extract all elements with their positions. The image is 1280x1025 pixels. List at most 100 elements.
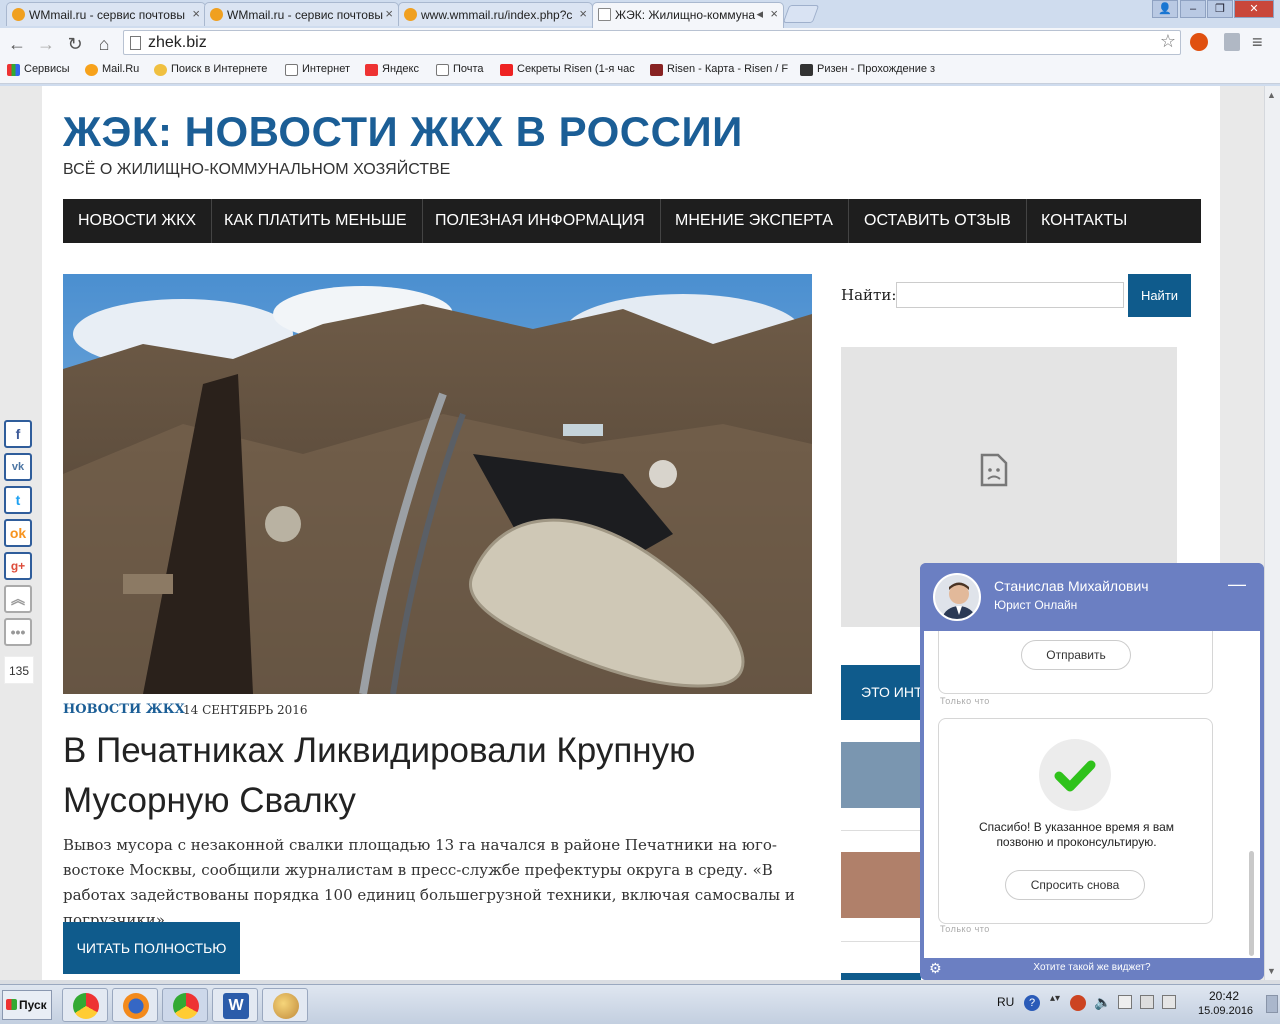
article-headline[interactable]: В Печатниках Ликвидировали Крупную Мусор… xyxy=(63,726,803,826)
search-input[interactable] xyxy=(896,282,1124,308)
network-icon[interactable] xyxy=(1118,995,1132,1009)
site-title[interactable]: ЖЭК: НОВОСТИ ЖКХ В РОССИИ xyxy=(63,108,743,156)
bookmark-risen-walkthrough[interactable]: Ризен - Прохождение з xyxy=(800,63,935,76)
device-icon[interactable] xyxy=(1140,995,1154,1009)
menu-icon[interactable]: ≡ xyxy=(1252,32,1263,53)
language-indicator[interactable]: RU xyxy=(997,995,1014,1009)
browser-tab-1[interactable]: WMmail.ru - сервис почтовы × xyxy=(6,2,206,26)
menu-item-pay-less[interactable]: КАК ПЛАТИТЬ МЕНЬШЕ xyxy=(209,199,423,243)
settings-gear-icon[interactable]: ⚙ xyxy=(929,958,942,978)
bookmark-risen-secrets[interactable]: Секреты Risen (1-я час xyxy=(500,63,635,76)
scroll-up-icon[interactable]: ▲ xyxy=(1267,90,1276,100)
vk-share-icon[interactable]: vk xyxy=(4,453,32,481)
sidebar-thumbnail-documents[interactable] xyxy=(841,852,921,918)
tab-label: ЖЭК: Жилищно-коммуна xyxy=(615,8,756,22)
taskbar-word-button[interactable]: W xyxy=(212,988,258,1022)
menu-item-news[interactable]: НОВОСТИ ЖКХ xyxy=(63,199,213,243)
menu-item-contacts[interactable]: КОНТАКТЫ xyxy=(1026,199,1142,243)
article-image[interactable] xyxy=(63,274,812,694)
bookmark-search[interactable]: Поиск в Интернете xyxy=(154,63,267,76)
send-button[interactable]: Отправить xyxy=(1021,640,1131,670)
chat-message: Спасибо! В указанное время я вам позвоню… xyxy=(938,718,1213,924)
profile-icon[interactable]: 👤 xyxy=(1152,0,1178,18)
browser-tab-3[interactable]: www.wmmail.ru/index.php?c × xyxy=(398,2,593,26)
chrome-icon xyxy=(173,993,199,1019)
show-desktop-button[interactable] xyxy=(1266,995,1278,1013)
extension-2-icon[interactable] xyxy=(1224,33,1240,51)
clock-time[interactable]: 20:42 xyxy=(1209,989,1239,1003)
taskbar-firefox-button[interactable] xyxy=(112,988,158,1022)
chat-scrollbar[interactable] xyxy=(1249,851,1254,956)
minimize-chat-icon[interactable]: — xyxy=(1228,575,1246,593)
back-icon[interactable]: ← xyxy=(6,34,28,55)
forward-icon[interactable]: → xyxy=(35,34,57,55)
avatar xyxy=(933,573,981,621)
new-tab-button[interactable] xyxy=(782,5,820,23)
bookmark-yandex[interactable]: Яндекс xyxy=(365,63,419,76)
tab-label: www.wmmail.ru/index.php?c xyxy=(421,8,573,22)
home-icon[interactable]: ⌂ xyxy=(93,34,115,55)
ask-again-button[interactable]: Спросить снова xyxy=(1005,870,1145,900)
reload-icon[interactable]: ↻ xyxy=(64,34,86,55)
collapse-icon[interactable]: ︽ xyxy=(4,585,32,613)
sidebar-thumbnail-workers[interactable] xyxy=(841,742,921,808)
bookmark-mailru[interactable]: Mail.Ru xyxy=(85,63,139,76)
chat-widget: Станислав Михайлович Юрист Онлайн — Отпр… xyxy=(920,563,1264,980)
rpg-icon xyxy=(650,64,663,76)
more-icon[interactable]: ••• xyxy=(4,618,32,646)
googleplus-share-icon[interactable]: g+ xyxy=(4,552,32,580)
apps-icon xyxy=(7,64,20,76)
close-tab-icon[interactable]: × xyxy=(192,6,200,21)
vertical-scrollbar[interactable]: ▲ ▼ xyxy=(1264,86,1280,980)
volume-icon[interactable]: 🔈 xyxy=(1094,994,1111,1011)
help-icon[interactable]: ? xyxy=(1024,995,1040,1011)
browser-tab-2[interactable]: WMmail.ru - сервис почтовы × xyxy=(204,2,399,26)
close-tab-icon[interactable]: × xyxy=(770,6,778,21)
read-more-button[interactable]: ЧИТАТЬ ПОЛНОСТЬЮ xyxy=(63,922,240,974)
agent-photo xyxy=(935,575,979,619)
checkmark-icon xyxy=(1039,739,1111,811)
bookmark-mail[interactable]: Почта xyxy=(436,63,484,76)
wmmail-favicon-icon xyxy=(12,8,25,21)
article-category[interactable]: НОВОСТИ ЖКХ xyxy=(63,702,185,717)
address-bar[interactable]: zhek.biz ☆ xyxy=(123,30,1181,55)
tray-expand-icon[interactable]: ▴▾ xyxy=(1050,993,1060,1004)
bookmark-risen-map[interactable]: Risen - Карта - Risen / F xyxy=(650,63,788,76)
browser-tab-active[interactable]: ЖЭК: Жилищно-коммуна ◂ × xyxy=(592,2,784,28)
menu-item-expert-opinion[interactable]: МНЕНИЕ ЭКСПЕРТА xyxy=(660,199,849,243)
close-window-button[interactable]: ✕ xyxy=(1234,0,1274,18)
close-tab-icon[interactable]: × xyxy=(579,6,587,21)
antivirus-icon[interactable] xyxy=(1070,995,1086,1011)
taskbar-chrome-button[interactable] xyxy=(62,988,108,1022)
clock-date[interactable]: 15.09.2016 xyxy=(1198,1005,1253,1017)
article-excerpt: Вывоз мусора с незаконной свалки площадь… xyxy=(63,836,795,929)
mailru-icon xyxy=(85,64,98,76)
extension-icon[interactable] xyxy=(1190,33,1208,51)
taskbar-chrome-active-button[interactable] xyxy=(162,988,208,1022)
close-tab-icon[interactable]: × xyxy=(385,6,393,21)
scroll-down-icon[interactable]: ▼ xyxy=(1267,966,1276,976)
sync-icon[interactable] xyxy=(1162,995,1176,1009)
minimize-button[interactable]: – xyxy=(1180,0,1206,18)
divider xyxy=(841,941,921,942)
facebook-share-icon[interactable]: f xyxy=(4,420,32,448)
bookmark-services[interactable]: Сервисы xyxy=(7,63,70,76)
message-timestamp: Только что xyxy=(940,924,990,934)
mail-icon xyxy=(436,64,449,76)
menu-item-useful-info[interactable]: ПОЛЕЗНАЯ ИНФОРМАЦИЯ xyxy=(420,199,661,243)
twitter-share-icon[interactable]: t xyxy=(4,486,32,514)
taskbar-paint-button[interactable] xyxy=(262,988,308,1022)
search-button[interactable]: Найти xyxy=(1128,274,1191,317)
menu-item-leave-review[interactable]: ОСТАВИТЬ ОТЗЫВ xyxy=(849,199,1027,243)
thanks-message: Спасибо! В указанное время я вам позвоню… xyxy=(978,820,1175,849)
sidebar-banner-2[interactable] xyxy=(841,973,921,980)
bookmark-star-icon[interactable]: ☆ xyxy=(1160,31,1176,52)
widget-promo-link[interactable]: Хотите такой же виджет? xyxy=(1033,962,1150,973)
youtube-icon xyxy=(500,64,513,76)
maximize-button[interactable]: ❐ xyxy=(1207,0,1233,18)
taskbar: Пуск W RU ? ▴▾ 🔈 xyxy=(0,984,1280,1024)
search-label: Найти: xyxy=(841,286,897,304)
odnoklassniki-share-icon[interactable]: ok xyxy=(4,519,32,547)
bookmark-internet[interactable]: Интернет xyxy=(285,63,350,76)
start-button[interactable]: Пуск xyxy=(2,990,52,1020)
